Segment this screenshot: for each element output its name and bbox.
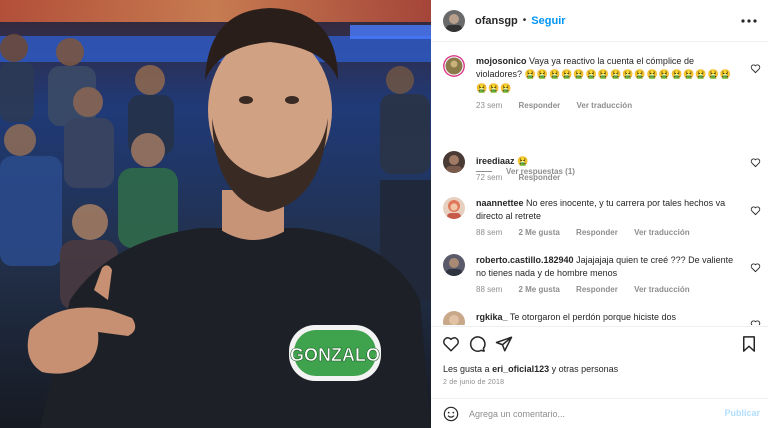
- reply-button[interactable]: Responder: [518, 173, 560, 182]
- comment-icon[interactable]: [468, 335, 486, 353]
- comment-item: mojosonico Vaya ya reactivo la cuenta el…: [431, 55, 768, 125]
- reply-button[interactable]: Responder: [518, 101, 560, 110]
- publish-button[interactable]: Publicar: [724, 408, 760, 418]
- comment-likes[interactable]: 2 Me gusta: [518, 228, 559, 237]
- post-actions: Les gusta a eri_oficial123 y otras perso…: [431, 326, 768, 393]
- post-date: 2 de junio de 2018: [443, 379, 505, 386]
- liked-by-user[interactable]: eri_oficial123: [492, 364, 549, 374]
- comment-item: rgkika_ Te otorgaron el perdón porque hi…: [431, 311, 768, 325]
- comment-item: naannettee No eres inocente, y tu carrer…: [431, 197, 768, 247]
- author-username[interactable]: ofansgp: [475, 15, 518, 27]
- comment-heart-icon[interactable]: [750, 205, 761, 216]
- comment-username[interactable]: rgkika_: [476, 312, 508, 322]
- comment-item: roberto.castillo.182940 Jajajajaja quien…: [431, 254, 768, 304]
- comment-body: mojosonico Vaya ya reactivo la cuenta el…: [476, 55, 738, 96]
- add-comment-bar: Publicar: [431, 398, 768, 428]
- comment-time: 72 sem: [476, 173, 503, 182]
- send-icon[interactable]: [495, 335, 513, 353]
- comment-text: Te otorgaron el perdón porque hiciste do…: [509, 312, 676, 322]
- header-separator: •: [522, 15, 527, 26]
- bookmark-icon[interactable]: [740, 335, 758, 353]
- comment-meta: 72 sem Responder: [476, 173, 574, 182]
- name-badge-text: GONZALO: [290, 345, 380, 365]
- comment-heart-icon[interactable]: [750, 319, 761, 325]
- comment-time: 88 sem: [476, 228, 503, 237]
- comments-list[interactable]: mojosonico Vaya ya reactivo la cuenta el…: [431, 43, 768, 325]
- comment-heart-icon[interactable]: [750, 262, 761, 273]
- post-side-panel: ofansgp • Seguir mojosonico Vaya ya reac…: [431, 0, 768, 428]
- commenter-avatar[interactable]: [443, 151, 465, 173]
- comment-username[interactable]: ireediaaz: [476, 156, 515, 166]
- commenter-avatar[interactable]: [443, 197, 465, 219]
- emoji-icon[interactable]: [443, 406, 459, 422]
- likes-prefix: Les gusta a: [443, 364, 490, 374]
- likes-suffix: y otras personas: [551, 364, 619, 374]
- comment-input[interactable]: [469, 404, 709, 424]
- likes-summary[interactable]: Les gusta a eri_oficial123 y otras perso…: [443, 364, 618, 374]
- reply-button[interactable]: Responder: [576, 228, 618, 237]
- comment-item: ireediaaz 🤮 72 sem Responder: [431, 151, 768, 191]
- comment-body: ireediaaz 🤮: [476, 155, 738, 169]
- comment-heart-icon[interactable]: [750, 157, 761, 168]
- comment-time: 23 sem: [476, 101, 503, 110]
- translate-button[interactable]: Ver traducción: [634, 285, 690, 294]
- commenter-avatar[interactable]: [443, 55, 465, 77]
- comment-meta: 88 sem 2 Me gusta Responder Ver traducci…: [476, 228, 704, 237]
- more-options-icon[interactable]: [740, 12, 758, 30]
- post-photo[interactable]: GONZALO: [0, 0, 431, 428]
- post-header: ofansgp • Seguir: [431, 0, 768, 42]
- comment-emojis: 🤮: [517, 157, 530, 167]
- heart-icon[interactable]: [442, 335, 460, 353]
- comment-heart-icon[interactable]: [750, 63, 761, 74]
- comment-body: rgkika_ Te otorgaron el perdón porque hi…: [476, 311, 738, 324]
- comment-username[interactable]: mojosonico: [476, 56, 527, 66]
- reply-button[interactable]: Responder: [576, 285, 618, 294]
- follow-button[interactable]: Seguir: [531, 15, 565, 27]
- commenter-avatar[interactable]: [443, 254, 465, 276]
- translate-button[interactable]: Ver traducción: [577, 101, 633, 110]
- comment-time: 88 sem: [476, 285, 503, 294]
- post-photo-illustration: GONZALO: [0, 0, 431, 428]
- commenter-avatar[interactable]: [443, 311, 465, 325]
- comment-meta: 23 sem Responder Ver traducción: [476, 101, 646, 110]
- comment-likes[interactable]: 2 Me gusta: [518, 285, 559, 294]
- comment-body: naannettee No eres inocente, y tu carrer…: [476, 197, 738, 223]
- comment-username[interactable]: naannettee: [476, 198, 524, 208]
- author-avatar[interactable]: [443, 9, 465, 32]
- translate-button[interactable]: Ver traducción: [634, 228, 690, 237]
- comment-username[interactable]: roberto.castillo.182940: [476, 255, 574, 265]
- comment-meta: 88 sem 2 Me gusta Responder Ver traducci…: [476, 285, 704, 294]
- comment-body: roberto.castillo.182940 Jajajajaja quien…: [476, 254, 738, 280]
